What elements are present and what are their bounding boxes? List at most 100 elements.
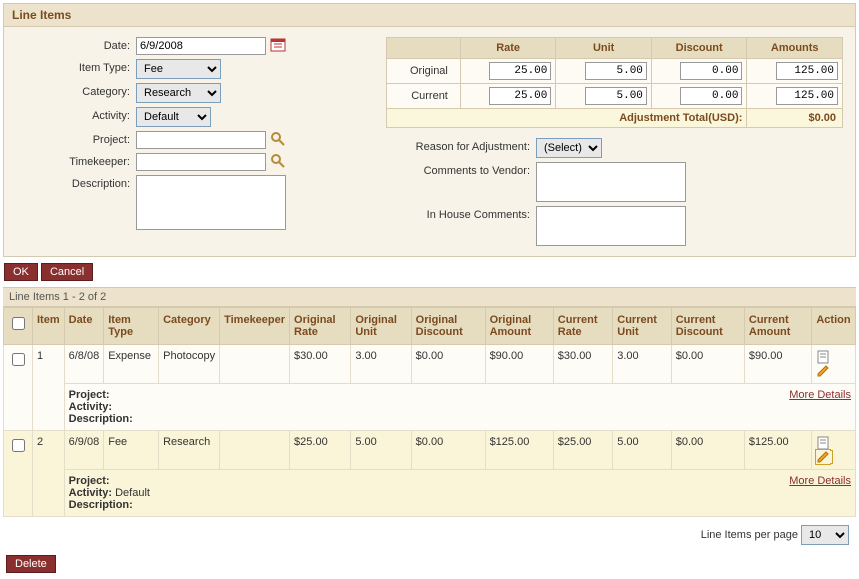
form-left-column: Date: Item Type: Fee Category: Research …: [16, 37, 356, 250]
current-amount-input[interactable]: [776, 87, 838, 105]
original-discount-input[interactable]: [680, 62, 742, 80]
original-rate-input[interactable]: [489, 62, 551, 80]
item-type-select[interactable]: Fee: [136, 59, 221, 79]
category-label: Category:: [16, 83, 136, 98]
panel-title: Line Items: [4, 4, 855, 27]
col-category: Category: [159, 308, 220, 345]
table-row: 1 6/8/08 Expense Photocopy $30.00 3.00 $…: [4, 345, 856, 384]
pager-label: Line Items per page: [701, 529, 798, 541]
comments-house-textarea[interactable]: [536, 206, 686, 246]
col-orig-disc: Original Discount: [411, 308, 485, 345]
cell-timekeeper: [220, 431, 290, 470]
adjustment-row: Adjustment Total(USD): $0.00: [387, 109, 843, 128]
cell-cur-disc: $0.00: [671, 345, 744, 384]
rates-header-unit: Unit: [556, 38, 652, 59]
row-checkbox[interactable]: [12, 439, 25, 452]
more-details-link[interactable]: More Details: [789, 389, 851, 401]
col-cur-unit: Current Unit: [613, 308, 671, 345]
current-discount-input[interactable]: [680, 87, 742, 105]
timekeeper-input[interactable]: [136, 153, 266, 171]
category-select[interactable]: Research: [136, 83, 221, 103]
cell-date: 6/8/08: [64, 345, 104, 384]
cell-cur-unit: 3.00: [613, 345, 671, 384]
cell-timekeeper: [220, 345, 290, 384]
view-icon[interactable]: [816, 437, 832, 449]
col-cur-rate: Current Rate: [553, 308, 612, 345]
col-item: Item: [33, 308, 65, 345]
cell-orig-unit: 5.00: [351, 431, 411, 470]
col-cur-amt: Current Amount: [744, 308, 811, 345]
cell-orig-rate: $30.00: [290, 345, 351, 384]
cell-item-type: Expense: [104, 345, 159, 384]
pager: Line Items per page 10: [0, 517, 859, 551]
comments-house-label: In House Comments:: [386, 206, 536, 221]
table-row: 2 6/9/08 Fee Research $25.00 5.00 $0.00 …: [4, 431, 856, 470]
cell-category: Photocopy: [159, 345, 220, 384]
line-items-grid: Item Date Item Type Category Timekeeper …: [3, 307, 856, 517]
row-checkbox[interactable]: [12, 353, 25, 366]
col-date: Date: [64, 308, 104, 345]
current-rate-input[interactable]: [489, 87, 551, 105]
more-details-link[interactable]: More Details: [789, 475, 851, 487]
timekeeper-label: Timekeeper:: [16, 153, 136, 168]
form-right-column: Rate Unit Discount Amounts Original Curr…: [386, 37, 843, 250]
col-orig-unit: Original Unit: [351, 308, 411, 345]
table-row-detail: More Details Project: Activity: Default …: [4, 470, 856, 517]
rates-header-amounts: Amounts: [747, 38, 843, 59]
description-textarea[interactable]: [136, 175, 286, 230]
rates-current-label: Current: [387, 84, 461, 109]
col-item-type: Item Type: [104, 308, 159, 345]
cell-date: 6/9/08: [64, 431, 104, 470]
cell-item-type: Fee: [104, 431, 159, 470]
rates-row-current: Current: [387, 84, 843, 109]
cell-orig-rate: $25.00: [290, 431, 351, 470]
cell-cur-unit: 5.00: [613, 431, 671, 470]
reason-label: Reason for Adjustment:: [386, 138, 536, 153]
current-unit-input[interactable]: [585, 87, 647, 105]
project-input[interactable]: [136, 131, 266, 149]
select-all-checkbox[interactable]: [12, 317, 25, 330]
reason-select[interactable]: (Select): [536, 138, 602, 158]
col-action: Action: [812, 308, 856, 345]
col-orig-rate: Original Rate: [290, 308, 351, 345]
rates-original-label: Original: [387, 59, 461, 84]
cell-orig-disc: $0.00: [411, 345, 485, 384]
pager-select[interactable]: 10: [801, 525, 849, 545]
original-unit-input[interactable]: [585, 62, 647, 80]
line-items-panel: Line Items Date: Item Type: Fee Category…: [3, 3, 856, 257]
date-label: Date:: [16, 37, 136, 52]
cell-item: 1: [33, 345, 65, 431]
comments-vendor-label: Comments to Vendor:: [386, 162, 536, 177]
project-label: Project:: [16, 131, 136, 146]
lookup-icon[interactable]: [270, 131, 286, 147]
calendar-icon[interactable]: [270, 37, 286, 53]
rates-header-discount: Discount: [651, 38, 747, 59]
lookup-icon[interactable]: [270, 153, 286, 169]
cell-cur-disc: $0.00: [671, 431, 744, 470]
col-orig-amt: Original Amount: [485, 308, 553, 345]
description-label: Description:: [16, 175, 136, 190]
cell-cur-amt: $90.00: [744, 345, 811, 384]
cell-category: Research: [159, 431, 220, 470]
original-amount-input[interactable]: [776, 62, 838, 80]
adjustment-label: Adjustment Total(USD):: [387, 109, 747, 128]
item-type-label: Item Type:: [16, 59, 136, 74]
cell-orig-amt: $90.00: [485, 345, 553, 384]
ok-button[interactable]: OK: [4, 263, 38, 281]
rates-header-blank: [387, 38, 461, 59]
rates-row-original: Original: [387, 59, 843, 84]
cell-cur-rate: $30.00: [553, 345, 612, 384]
cancel-button[interactable]: Cancel: [41, 263, 93, 281]
grid-summary: Line Items 1 - 2 of 2: [3, 287, 856, 307]
view-icon[interactable]: [816, 351, 832, 363]
comments-vendor-textarea[interactable]: [536, 162, 686, 202]
cell-orig-amt: $125.00: [485, 431, 553, 470]
col-timekeeper: Timekeeper: [220, 308, 290, 345]
edit-icon[interactable]: [816, 365, 832, 377]
date-input[interactable]: [136, 37, 266, 55]
edit-icon[interactable]: [816, 451, 832, 463]
activity-select[interactable]: Default: [136, 107, 211, 127]
delete-button[interactable]: Delete: [6, 555, 56, 573]
cell-cur-rate: $25.00: [553, 431, 612, 470]
adjustment-value: $0.00: [747, 109, 843, 128]
